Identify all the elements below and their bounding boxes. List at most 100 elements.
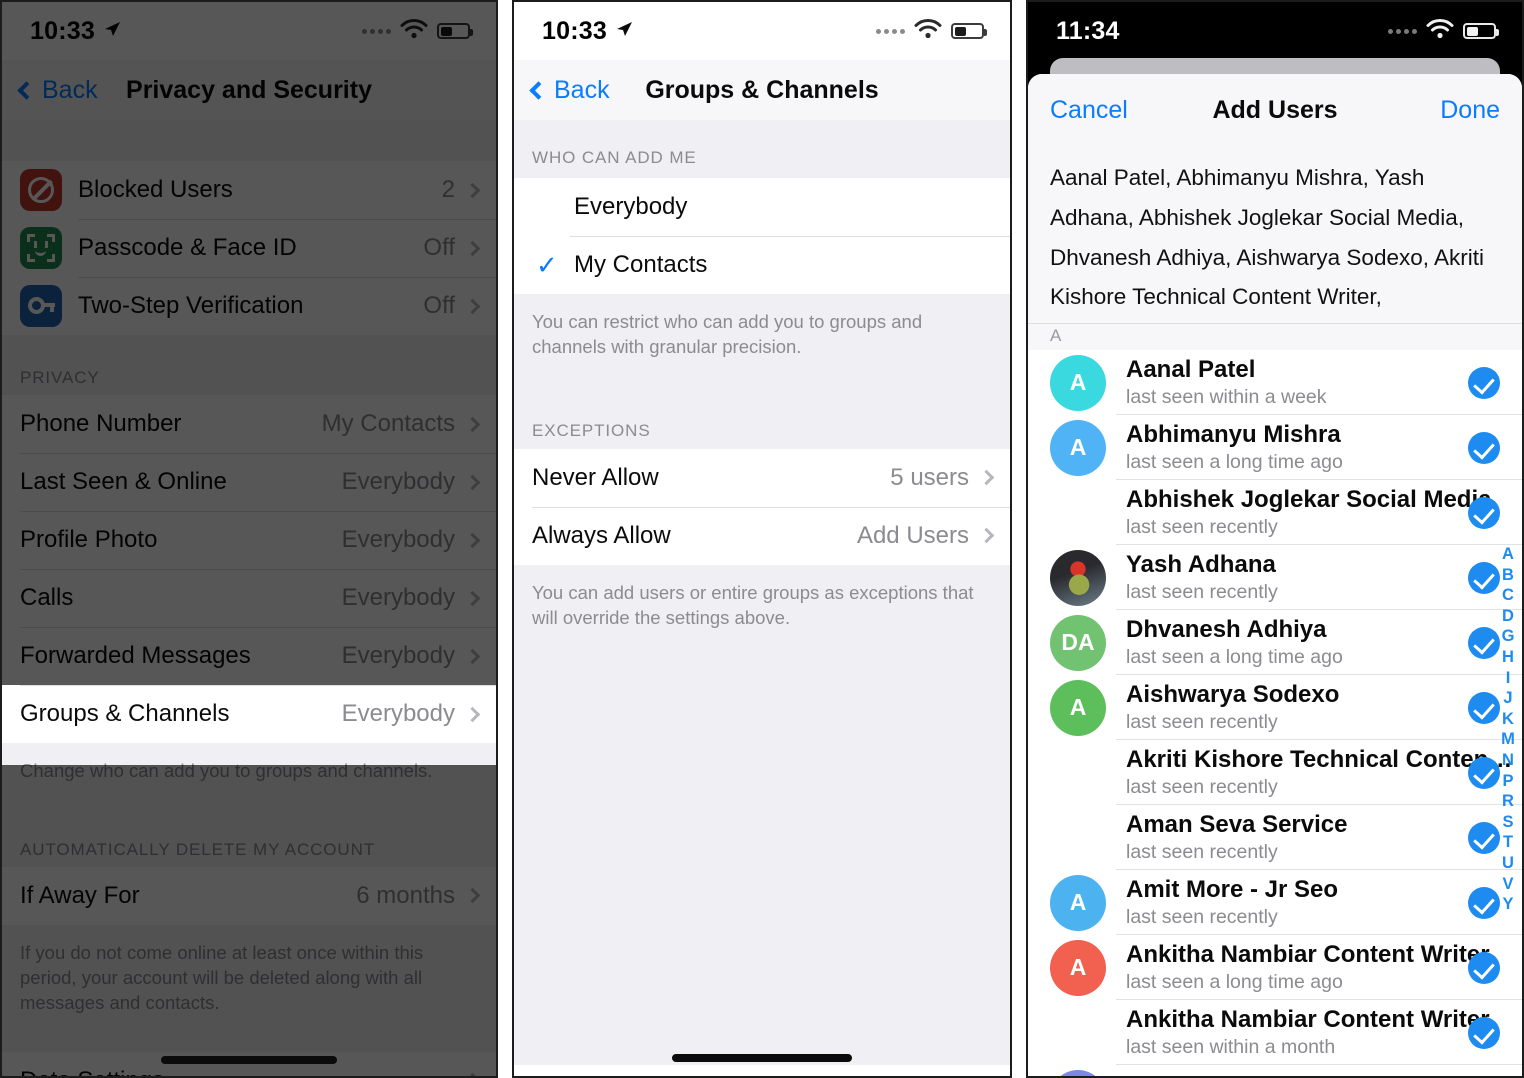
cell-two-step-verification[interactable]: Two-Step Verification Off [2,277,496,335]
contact-text: Ankitha Nambiar Content Writer last seen… [1126,941,1490,994]
delete-section-header: AUTOMATICALLY DELETE MY ACCOUNT [20,839,376,859]
cell-value: Off [423,292,455,319]
alphabet-index-letter[interactable]: A [1502,544,1514,565]
option-label: My Contacts [574,251,708,278]
selected-check-icon[interactable] [1468,496,1500,529]
avatar-initials: A [1069,694,1087,721]
avatar: A [1050,1069,1106,1076]
cell-always-allow[interactable]: Always Allow Add Users [514,506,1010,565]
cell-never-allow[interactable]: Never Allow 5 users [514,448,1010,507]
chevron-right-icon [464,706,481,722]
alphabet-index-letter[interactable]: H [1502,647,1514,668]
alphabet-index-letter[interactable]: J [1503,688,1512,709]
alphabet-index-letter[interactable]: R [1502,791,1514,812]
cell-forwarded-messages[interactable]: Forwarded Messages Everybody [2,627,496,685]
wifi-icon [914,18,942,44]
who-can-add-me-options: Everybody ✓ My Contacts [514,178,1010,294]
selected-check-icon[interactable] [1468,886,1500,919]
chevron-right-icon [464,298,481,314]
who-footer-wrap: You can restrict who can add you to grou… [514,294,1010,449]
contact-row[interactable]: A Aanal Patel last seen within a week [1028,350,1522,416]
option-my-contacts[interactable]: ✓ My Contacts [514,236,1010,294]
status-time: 10:33 [542,16,607,45]
cell-value: Everybody [341,700,455,727]
selected-check-icon[interactable] [1468,821,1500,854]
contact-text: Aishwarya Sodexo last seen recently [1126,681,1458,734]
cell-passcode-face-id[interactable]: Passcode & Face ID Off [2,219,496,277]
status-bar-indicators [876,18,987,44]
chevron-right-icon [464,416,481,432]
status-bar: 11:34 [1028,2,1522,60]
avatar-initials: A [1069,434,1087,461]
selected-check-icon[interactable] [1468,561,1500,594]
alphabet-index-letter[interactable]: P [1502,771,1513,792]
selected-check-icon[interactable] [1468,691,1500,724]
contact-row[interactable]: Abhishek Joglekar Social Media last seen… [1028,480,1522,546]
contact-row[interactable]: A Abhimanyu Mishra last seen a long time… [1028,415,1522,481]
contact-status: last seen a long time ago [1126,971,1343,994]
contact-row[interactable]: A Ankitha Nambiar Content Writer last se… [1028,935,1522,1001]
group-gap-2 [2,1019,496,1052]
alphabet-index-letter[interactable]: N [1502,750,1514,771]
alphabet-index-letter[interactable]: G [1502,626,1515,647]
contact-status: last seen recently [1126,581,1278,604]
chevron-right-icon [464,888,481,904]
alphabet-index-letter[interactable]: T [1503,832,1513,853]
avatar [1050,549,1106,606]
back-button[interactable]: Back [529,76,610,105]
contact-text: Aanal Patel last seen within a week [1126,356,1458,409]
contact-status: last seen recently [1126,841,1278,864]
cell-last-seen-online[interactable]: Last Seen & Online Everybody [2,453,496,511]
cell-phone-number[interactable]: Phone Number My Contacts [2,395,496,453]
location-arrow-icon [102,17,122,46]
contact-row[interactable]: A Amit More - Jr Seo last seen recently [1028,870,1522,936]
alphabet-index-letter[interactable]: C [1502,585,1514,606]
contact-row[interactable]: Aman Seva Service last seen recently [1028,805,1522,871]
who-can-add-me-header-wrap: WHO CAN ADD ME [514,120,1010,178]
avatar: A [1050,354,1106,411]
cell-blocked-users[interactable]: Blocked Users 2 [2,161,496,219]
back-button[interactable]: Back [17,76,98,105]
cancel-button[interactable]: Cancel [1050,96,1128,125]
battery-icon [951,23,987,39]
face-id-icon [20,227,62,269]
selected-check-icon[interactable] [1468,431,1500,464]
selected-check-icon[interactable] [1468,1016,1500,1049]
option-everybody[interactable]: Everybody [514,178,1010,236]
alphabet-index-letter[interactable]: U [1502,853,1514,874]
chevron-right-icon [464,474,481,490]
contact-row[interactable]: A Aishwarya Sodexo last seen recently [1028,675,1522,741]
alphabet-index-letter[interactable]: Y [1502,894,1513,915]
checkmark-icon: ✓ [536,249,558,280]
selected-check-icon[interactable] [1468,951,1500,984]
cell-label: Passcode & Face ID [78,234,297,261]
contact-row[interactable]: DA Dhvanesh Adhiya last seen a long time… [1028,610,1522,676]
alphabet-index-scrubber[interactable]: ABCDGHIJKMNPRSTUVY [1497,544,1519,915]
contact-text: Amit More - Jr Seo last seen recently [1126,876,1458,929]
done-button[interactable]: Done [1440,96,1500,125]
alphabet-index-letter[interactable]: D [1502,606,1514,627]
alphabet-index-letter[interactable]: M [1501,729,1515,750]
wifi-icon [1426,18,1454,44]
avatar: A [1050,939,1106,996]
contact-row[interactable]: Yash Adhana last seen recently [1028,545,1522,611]
alphabet-index-letter[interactable]: I [1506,668,1511,689]
cell-if-away-for[interactable]: If Away For 6 months [2,866,496,925]
cell-value: 6 months [356,881,455,909]
selected-check-icon[interactable] [1468,626,1500,659]
alphabet-index-letter[interactable]: K [1502,709,1514,730]
cell-calls[interactable]: Calls Everybody [2,569,496,627]
selected-check-icon[interactable] [1468,366,1500,399]
contact-row[interactable]: A Apurva Singh Content Writer [1028,1065,1522,1076]
cell-groups-and-channels[interactable]: Groups & Channels Everybody [2,685,496,743]
alphabet-index-letter[interactable]: V [1502,874,1513,895]
cell-profile-photo[interactable]: Profile Photo Everybody [2,511,496,569]
alphabet-index-letter[interactable]: B [1502,565,1514,586]
group-gap [2,335,496,358]
alphabet-index-letter[interactable]: S [1502,812,1513,833]
selected-users-field[interactable]: Aanal Patel, Abhimanyu Mishra, Yash Adha… [1028,146,1522,324]
contact-row[interactable]: Akriti Kishore Technical Conten… last se… [1028,740,1522,806]
contact-row[interactable]: Ankitha Nambiar Content Writer last seen… [1028,1000,1522,1066]
selected-check-icon[interactable] [1468,756,1500,789]
nav-bar: Back Groups & Channels [514,60,1010,120]
